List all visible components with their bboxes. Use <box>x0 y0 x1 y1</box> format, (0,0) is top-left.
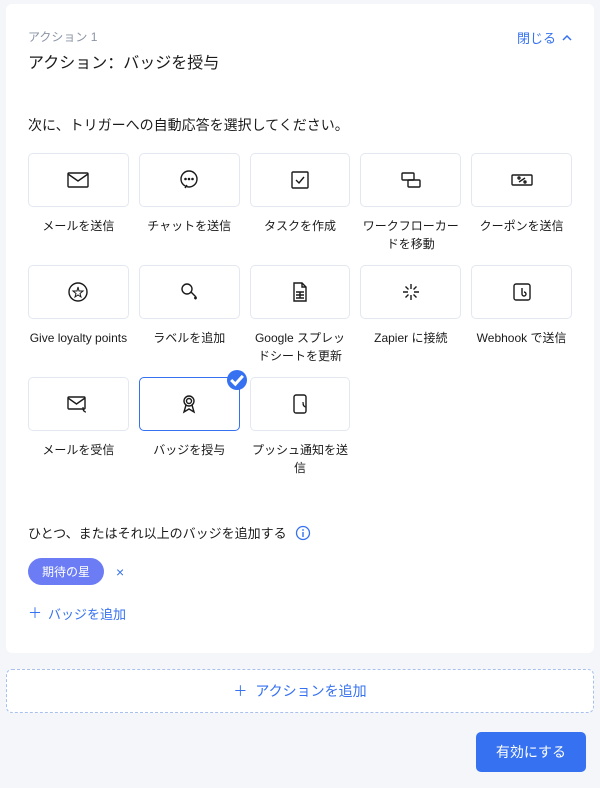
chevron-up-icon <box>562 33 572 43</box>
option-send-coupon[interactable]: クーポンを送信 <box>471 153 572 253</box>
option-label: チャットを送信 <box>147 217 231 235</box>
option-label: タスクを作成 <box>264 217 336 235</box>
section-title: 次に、トリガーへの自動応答を選択してください。 <box>28 115 572 135</box>
option-push-notification[interactable]: プッシュ通知を送信 <box>250 377 351 477</box>
loyalty-icon <box>66 280 90 304</box>
footer: 有効にする <box>476 732 586 772</box>
option-label: Give loyalty points <box>30 329 127 347</box>
add-action-button[interactable]: ＋ アクションを追加 <box>6 669 594 713</box>
plus-icon: ＋ <box>28 603 42 623</box>
mail-icon <box>66 168 90 192</box>
action-card: アクション 1 アクション：バッジを授与 閉じる 次に、トリガーへの自動応答を選… <box>6 4 594 653</box>
option-label: クーポンを送信 <box>480 217 564 235</box>
card-header: アクション 1 アクション：バッジを授与 閉じる <box>28 28 572 73</box>
zapier-icon <box>399 280 423 304</box>
option-move-workflow-card[interactable]: ワークフローカードを移動 <box>360 153 461 253</box>
header-left: アクション 1 アクション：バッジを授与 <box>28 28 219 73</box>
add-badge-label: バッジを追加 <box>48 604 126 623</box>
workflow-icon <box>399 168 423 192</box>
enable-button[interactable]: 有効にする <box>476 732 586 772</box>
option-add-label[interactable]: ラベルを追加 <box>139 265 240 365</box>
badge-section: ひとつ、またはそれ以上のバッジを追加する 期待の星 × ＋ バッジを追加 <box>28 523 572 623</box>
option-label: プッシュ通知を送信 <box>250 441 350 477</box>
option-label: ワークフローカードを移動 <box>361 217 461 253</box>
option-create-task[interactable]: タスクを作成 <box>250 153 351 253</box>
selected-check-icon <box>227 370 247 390</box>
webhook-icon <box>510 280 534 304</box>
badge-icon <box>177 392 201 416</box>
action-title: アクション：バッジを授与 <box>28 49 219 73</box>
option-loyalty-points[interactable]: Give loyalty points <box>28 265 129 365</box>
badge-chip[interactable]: 期待の星 <box>28 558 104 585</box>
coupon-icon <box>510 168 534 192</box>
option-label: Webhook で送信 <box>477 329 567 347</box>
option-label: メールを受信 <box>42 441 114 459</box>
mail-receive-icon <box>66 392 90 416</box>
push-icon <box>288 392 312 416</box>
task-icon <box>288 168 312 192</box>
action-number: アクション 1 <box>28 28 219 45</box>
spreadsheet-icon <box>288 280 312 304</box>
badge-chips: 期待の星 × <box>28 558 572 585</box>
badge-section-title: ひとつ、またはそれ以上のバッジを追加する <box>28 523 287 542</box>
close-label: 閉じる <box>517 28 556 47</box>
chat-icon <box>177 168 201 192</box>
option-google-sheets[interactable]: Google スプレッドシートを更新 <box>250 265 351 365</box>
option-label: バッジを授与 <box>153 441 225 459</box>
add-action-label: アクションを追加 <box>255 681 366 701</box>
label-icon <box>177 280 201 304</box>
info-icon[interactable] <box>295 525 311 541</box>
option-label: Google スプレッドシートを更新 <box>250 329 350 365</box>
option-send-chat[interactable]: チャットを送信 <box>139 153 240 253</box>
option-send-email[interactable]: メールを送信 <box>28 153 129 253</box>
close-button[interactable]: 閉じる <box>517 28 572 47</box>
option-label: Zapier に接続 <box>374 329 447 347</box>
plus-icon: ＋ <box>233 681 247 701</box>
option-label: メールを送信 <box>42 217 114 235</box>
action-options-grid: メールを送信 チャットを送信 タスクを作成 ワークフローカードを移動 クーポンを <box>28 153 572 477</box>
option-grant-badge[interactable]: バッジを授与 <box>139 377 240 477</box>
option-zapier[interactable]: Zapier に接続 <box>360 265 461 365</box>
option-webhook[interactable]: Webhook で送信 <box>471 265 572 365</box>
add-badge-button[interactable]: ＋ バッジを追加 <box>28 603 572 623</box>
remove-chip-button[interactable]: × <box>112 564 128 580</box>
option-receive-email[interactable]: メールを受信 <box>28 377 129 477</box>
option-label: ラベルを追加 <box>153 329 225 347</box>
